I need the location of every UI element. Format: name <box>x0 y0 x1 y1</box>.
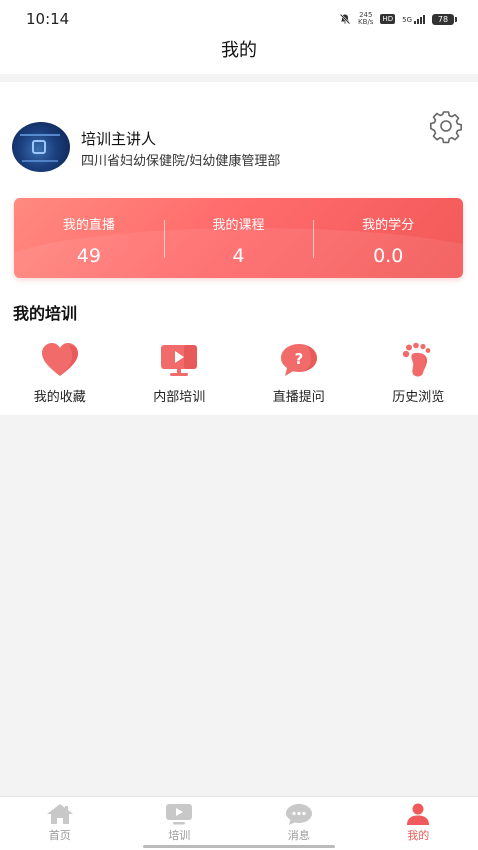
section-title-training: 我的培训 <box>13 304 78 323</box>
training-shortcuts: 我的收藏 内部培训 ? 直播提问 历史浏览 <box>0 340 478 410</box>
stat-credits[interactable]: 我的学分 0.0 <box>313 198 463 278</box>
footprint-icon <box>403 342 431 377</box>
page-title: 我的 <box>221 40 257 61</box>
tab-label: 消息 <box>287 829 310 842</box>
signal-indicator: 5G <box>402 14 425 24</box>
svg-text:?: ? <box>294 350 303 368</box>
stats-card: 我的直播 49 我的课程 4 我的学分 0.0 <box>14 198 463 278</box>
home-icon <box>46 804 73 824</box>
stat-value: 0.0 <box>373 245 404 267</box>
user-name: 培训主讲人 <box>81 130 157 148</box>
shortcut-history[interactable]: 历史浏览 <box>359 340 478 410</box>
user-organization: 四川省妇幼保健院/妇幼健康管理部 <box>81 154 281 169</box>
net-speed: 245 KB/s <box>358 11 374 26</box>
video-screen-icon <box>161 345 198 376</box>
stat-courses[interactable]: 我的课程 4 <box>163 198 314 278</box>
video-screen-icon <box>166 804 193 825</box>
settings-button[interactable] <box>426 106 466 146</box>
shortcut-label: 内部培训 <box>153 390 206 405</box>
tab-label: 培训 <box>168 829 191 842</box>
header-divider <box>0 74 478 82</box>
status-time: 10:14 <box>26 10 70 28</box>
stat-value: 4 <box>232 245 245 267</box>
hd-badge: HD <box>380 14 396 24</box>
stat-label: 我的直播 <box>62 218 115 233</box>
person-icon <box>407 803 430 825</box>
shortcut-internal-training[interactable]: 内部培训 <box>120 340 240 410</box>
stat-label: 我的课程 <box>212 218 265 233</box>
shortcut-label: 历史浏览 <box>392 390 445 405</box>
gear-icon <box>430 111 462 144</box>
shortcut-label: 直播提问 <box>272 390 325 405</box>
tab-label: 我的 <box>407 829 430 842</box>
avatar[interactable] <box>12 122 70 172</box>
home-indicator <box>143 845 335 848</box>
shortcut-label: 我的收藏 <box>33 390 86 405</box>
stat-value: 49 <box>76 245 101 267</box>
stat-live[interactable]: 我的直播 49 <box>14 198 164 278</box>
battery-icon: 78 <box>432 13 457 25</box>
mute-bell-icon <box>339 13 351 25</box>
tab-label: 首页 <box>48 829 71 842</box>
signal-bars-icon <box>414 14 425 24</box>
chat-icon <box>285 804 312 825</box>
bottom-tab-bar: 首页 培训 消息 我的 <box>0 796 478 850</box>
tab-mine[interactable]: 我的 <box>359 797 478 850</box>
tab-messages[interactable]: 消息 <box>239 797 359 850</box>
shortcut-live-questions[interactable]: ? 直播提问 <box>239 340 359 410</box>
tab-home[interactable]: 首页 <box>0 797 120 850</box>
profile-section[interactable]: 培训主讲人 四川省妇幼保健院/妇幼健康管理部 <box>12 111 466 174</box>
system-icons: 245 KB/s HD 5G 78 <box>339 11 457 26</box>
status-bar: 10:14 245 KB/s HD 5G 78 <box>0 0 478 38</box>
tab-training[interactable]: 培训 <box>120 797 240 850</box>
stat-label: 我的学分 <box>362 218 415 233</box>
shortcut-favorites[interactable]: 我的收藏 <box>0 340 120 410</box>
heart-icon <box>41 343 78 376</box>
question-bubble-icon: ? <box>280 344 317 376</box>
